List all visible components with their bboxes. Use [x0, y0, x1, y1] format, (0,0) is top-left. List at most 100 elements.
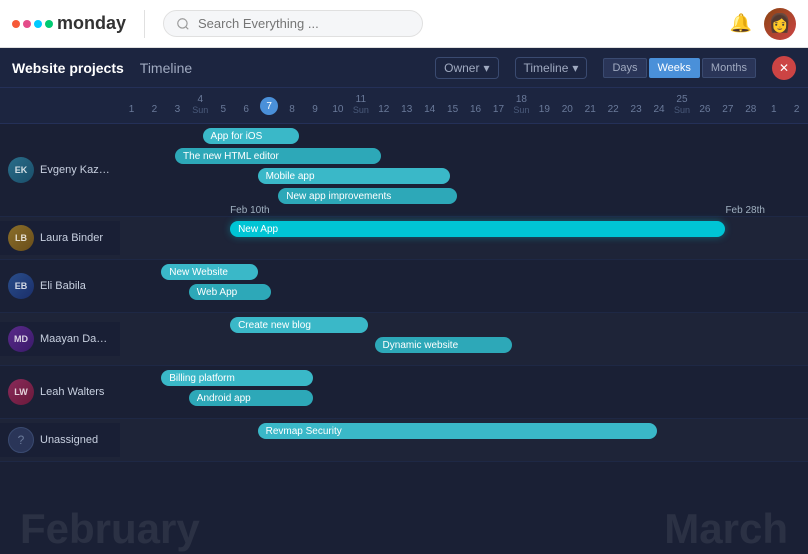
person-name: Unassigned: [40, 434, 98, 446]
date-col-25: 25Sun: [671, 94, 694, 115]
date-col-11: 11Sun: [349, 94, 372, 115]
avatar-image: 👩: [764, 8, 796, 40]
date-col-2: 2: [785, 104, 808, 115]
date-col-22: 22: [602, 104, 625, 115]
date-col-27: 27: [716, 104, 739, 115]
bars-area: Revmap Security: [120, 419, 808, 461]
notification-bell-icon[interactable]: 🔔: [730, 13, 752, 34]
search-bar[interactable]: [163, 10, 423, 37]
date-col-10: 10: [326, 104, 349, 115]
gantt-bar[interactable]: App for iOS: [203, 128, 299, 144]
row-person-leah-walters: LW Leah Walters: [0, 375, 120, 409]
search-icon: [176, 17, 190, 31]
weeks-view-button[interactable]: Weeks: [649, 58, 700, 78]
date-col-7: 7: [258, 97, 281, 115]
date-col-26: 26: [693, 104, 716, 115]
days-view-button[interactable]: Days: [603, 58, 646, 78]
date-col-18: 18Sun: [510, 94, 533, 115]
logo[interactable]: monday: [12, 13, 126, 34]
user-avatar[interactable]: 👩: [764, 8, 796, 40]
date-col-3: 3: [166, 104, 189, 115]
search-input[interactable]: [198, 16, 410, 31]
person-avatar: LW: [8, 379, 34, 405]
timeline-filter-button[interactable]: Timeline ▾: [515, 57, 588, 79]
row-person-eli-babila: EBEli Babila: [0, 269, 120, 303]
row-person-maayan-dagan: MD Maayan Dagan: [0, 322, 120, 356]
row-person-unassigned: ? Unassigned: [0, 423, 120, 457]
gantt-bar[interactable]: Create new blog: [230, 317, 368, 333]
gantt-bar[interactable]: Revmap Security: [258, 423, 657, 439]
date-col-19: 19: [533, 104, 556, 115]
person-avatar: MD: [8, 326, 34, 352]
date-col-6: 6: [235, 104, 258, 115]
march-label: March: [664, 505, 788, 553]
date-col-15: 15: [441, 104, 464, 115]
gantt-row: ? Unassigned Revmap Security: [0, 419, 808, 462]
bars-area: App for iOS The new HTML editor Mobile app…: [120, 124, 808, 216]
date-columns: 1234Sun567891011Sun12131415161718Sun1920…: [120, 94, 808, 119]
gantt-row: LBLaura BinderFeb 10thFeb 28thNew App: [0, 217, 808, 260]
person-name: Laura Binder: [40, 232, 103, 244]
bar-date-label-right: Feb 28th: [725, 205, 808, 216]
date-col-5: 5: [212, 104, 235, 115]
date-col-13: 13: [395, 104, 418, 115]
gantt-row: EBEli Babila New Website Web App: [0, 260, 808, 313]
page-title: Website projects: [12, 60, 124, 76]
bars-area: Billing platform Android app: [120, 366, 808, 418]
gantt-chart: EKEvgeny Kazinec App for iOS The new HTML …: [0, 124, 808, 504]
bar-date-label-left: Feb 10th: [230, 205, 269, 216]
close-timeline-button[interactable]: ✕: [772, 56, 796, 80]
person-name: Evgeny Kazinec: [40, 164, 112, 176]
gantt-row: MD Maayan Dagan Create new blog Dynamic web…: [0, 313, 808, 366]
gantt-bar[interactable]: New Website: [161, 264, 257, 280]
gantt-row: EKEvgeny Kazinec App for iOS The new HTML …: [0, 124, 808, 217]
person-name: Leah Walters: [40, 386, 104, 398]
owner-filter-button[interactable]: Owner ▾: [435, 57, 498, 79]
chevron-down-icon: ▾: [483, 61, 489, 75]
gantt-bar[interactable]: New App: [230, 221, 725, 237]
date-col-14: 14: [418, 104, 441, 115]
person-name: Maayan Dagan: [40, 333, 112, 345]
date-col-23: 23: [625, 104, 648, 115]
view-title: Timeline: [140, 60, 192, 76]
gantt-bar[interactable]: Web App: [189, 284, 272, 300]
gantt-bar[interactable]: Mobile app: [258, 168, 451, 184]
person-avatar: ?: [8, 427, 34, 453]
date-col-2: 2: [143, 104, 166, 115]
gantt-bar[interactable]: Billing platform: [161, 370, 312, 386]
date-col-24: 24: [648, 104, 671, 115]
date-col-1: 1: [762, 104, 785, 115]
gantt-bar[interactable]: The new HTML editor: [175, 148, 381, 164]
chevron-down-icon: ▾: [572, 61, 578, 75]
date-col-1: 1: [120, 104, 143, 115]
gantt-bar[interactable]: Android app: [189, 390, 313, 406]
date-col-16: 16: [464, 104, 487, 115]
person-avatar: LB: [8, 225, 34, 251]
months-view-button[interactable]: Months: [702, 58, 756, 78]
logo-dot-pink: [23, 20, 31, 28]
date-header: 1234Sun567891011Sun12131415161718Sun1920…: [0, 88, 808, 124]
person-avatar: EB: [8, 273, 34, 299]
logo-dot-orange: [12, 20, 20, 28]
date-col-4: 4Sun: [189, 94, 212, 115]
sub-navigation: Website projects Timeline Owner ▾ Timeli…: [0, 48, 808, 88]
date-col-21: 21: [579, 104, 602, 115]
logo-dot-blue: [34, 20, 42, 28]
gantt-bar[interactable]: Dynamic website: [375, 337, 513, 353]
february-label: February: [20, 505, 200, 553]
top-navigation: monday 🔔 👩: [0, 0, 808, 48]
row-person-evgeny-kazinec: EKEvgeny Kazinec: [0, 153, 120, 187]
date-col-8: 8: [281, 104, 304, 115]
date-col-17: 17: [487, 104, 510, 115]
logo-text: monday: [57, 13, 126, 34]
logo-dot-green: [45, 20, 53, 28]
gantt-bar[interactable]: New app improvements: [278, 188, 457, 204]
bars-area: Create new blog Dynamic website: [120, 313, 808, 365]
date-col-20: 20: [556, 104, 579, 115]
logo-dots: [12, 20, 53, 28]
date-col-12: 12: [372, 104, 395, 115]
gantt-row: LW Leah Walters Billing platform Android ap…: [0, 366, 808, 419]
date-col-28: 28: [739, 104, 762, 115]
bottom-month-labels: February March: [0, 504, 808, 554]
nav-separator: [144, 10, 145, 38]
